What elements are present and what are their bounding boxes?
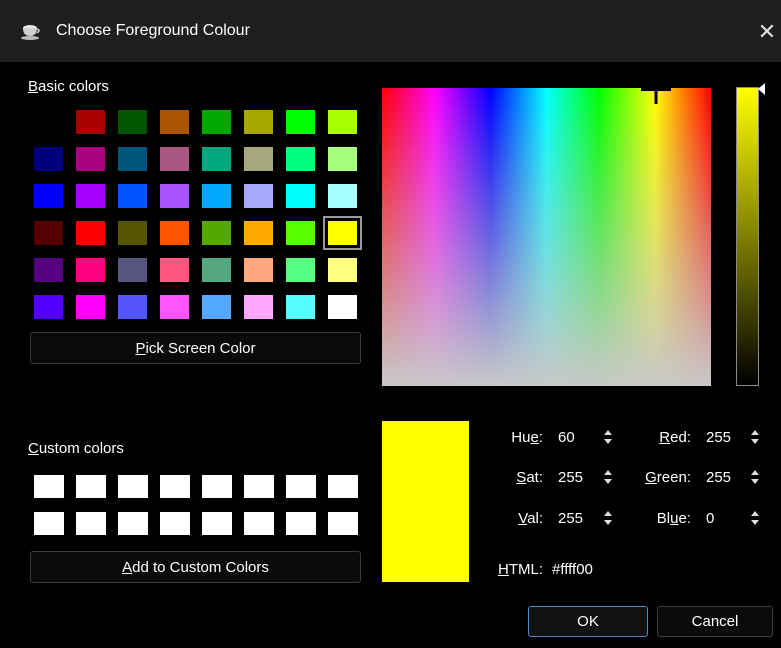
basic-color-swatch[interactable] [118, 184, 147, 208]
basic-color-swatch[interactable] [160, 295, 189, 319]
basic-color-swatch[interactable] [34, 221, 63, 245]
basic-color-swatch[interactable] [328, 184, 357, 208]
basic-color-swatch[interactable] [244, 184, 273, 208]
html-label: HTML: [497, 561, 543, 578]
basic-color-swatch[interactable] [244, 147, 273, 171]
custom-color-swatch[interactable] [118, 475, 148, 498]
basic-color-swatch[interactable] [76, 258, 105, 282]
blue-label: Blue: [656, 510, 691, 527]
basic-color-swatch[interactable] [160, 221, 189, 245]
basic-color-swatch[interactable] [286, 295, 315, 319]
basic-color-swatch[interactable] [34, 110, 63, 134]
close-icon[interactable]: ✕ [755, 18, 779, 46]
spectrum-crosshair-icon [641, 88, 671, 104]
basic-color-swatch[interactable] [118, 221, 147, 245]
basic-color-swatch[interactable] [244, 221, 273, 245]
basic-color-swatch[interactable] [118, 258, 147, 282]
basic-color-swatch[interactable] [202, 221, 231, 245]
cancel-button[interactable]: Cancel [657, 606, 773, 637]
value-slider-arrow-icon[interactable] [758, 83, 765, 95]
html-field[interactable]: #ffff00 [552, 561, 593, 578]
basic-color-swatch[interactable] [328, 110, 357, 134]
basic-color-swatch[interactable] [76, 110, 105, 134]
hue-label: Hue: [511, 429, 543, 446]
sat-spinner-icon[interactable] [602, 467, 614, 487]
custom-color-swatch[interactable] [286, 512, 316, 535]
basic-color-swatch[interactable] [286, 221, 315, 245]
basic-color-swatch[interactable] [244, 110, 273, 134]
custom-color-swatch[interactable] [160, 512, 190, 535]
basic-color-swatch[interactable] [328, 147, 357, 171]
basic-color-swatch[interactable] [34, 258, 63, 282]
basic-color-swatch[interactable] [323, 216, 362, 250]
basic-color-swatch[interactable] [76, 184, 105, 208]
basic-color-swatch[interactable] [160, 147, 189, 171]
sat-label: Sat: [516, 469, 543, 486]
add-to-custom-colors-button[interactable]: Add to Custom Colors [30, 551, 361, 583]
basic-color-swatch[interactable] [202, 295, 231, 319]
val-spinner-icon[interactable] [602, 508, 614, 528]
custom-color-swatch[interactable] [34, 512, 64, 535]
red-spinner-icon[interactable] [749, 427, 761, 447]
basic-color-swatch[interactable] [244, 295, 273, 319]
red-label: Red: [659, 429, 691, 446]
basic-color-swatch[interactable] [76, 147, 105, 171]
basic-color-swatch[interactable] [34, 147, 63, 171]
green-label: Green: [645, 469, 691, 486]
green-spinner-icon[interactable] [749, 467, 761, 487]
val-label: Val: [518, 510, 543, 527]
custom-color-swatch[interactable] [328, 475, 358, 498]
basic-color-swatch[interactable] [286, 258, 315, 282]
pick-screen-color-button[interactable]: Pick Screen Color [30, 332, 361, 364]
custom-color-swatch[interactable] [328, 512, 358, 535]
custom-color-swatch[interactable] [202, 512, 232, 535]
custom-color-swatch[interactable] [286, 475, 316, 498]
basic-color-swatch[interactable] [160, 258, 189, 282]
hue-field[interactable]: 60 [558, 429, 575, 446]
custom-color-swatch[interactable] [202, 475, 232, 498]
blue-spinner-icon[interactable] [749, 508, 761, 528]
custom-color-swatch[interactable] [34, 475, 64, 498]
basic-color-swatch[interactable] [118, 147, 147, 171]
custom-colors-heading: Custom colors [28, 440, 124, 457]
basic-color-swatch[interactable] [328, 295, 357, 319]
basic-color-swatch[interactable] [286, 147, 315, 171]
val-field[interactable]: 255 [558, 510, 583, 527]
custom-color-swatch[interactable] [244, 512, 274, 535]
value-slider[interactable] [736, 87, 759, 386]
hue-spinner-icon[interactable] [602, 427, 614, 447]
basic-color-swatch[interactable] [202, 258, 231, 282]
ok-button[interactable]: OK [528, 606, 648, 637]
basic-color-swatch[interactable] [34, 295, 63, 319]
basic-color-swatch[interactable] [76, 295, 105, 319]
basic-color-swatch[interactable] [160, 110, 189, 134]
red-field[interactable]: 255 [706, 429, 731, 446]
custom-color-swatch[interactable] [76, 475, 106, 498]
basic-color-swatch[interactable] [76, 221, 105, 245]
sat-field[interactable]: 255 [558, 469, 583, 486]
custom-color-swatch[interactable] [244, 475, 274, 498]
window-title: Choose Foreground Colour [56, 22, 250, 39]
current-color-preview [382, 421, 469, 582]
teacup-icon [21, 25, 40, 40]
custom-color-swatch[interactable] [160, 475, 190, 498]
custom-color-swatch[interactable] [76, 512, 106, 535]
basic-color-swatch[interactable] [202, 184, 231, 208]
basic-color-swatch[interactable] [244, 258, 273, 282]
basic-color-swatch[interactable] [118, 295, 147, 319]
basic-color-swatch[interactable] [160, 184, 189, 208]
basic-color-swatch[interactable] [34, 184, 63, 208]
basic-color-swatch[interactable] [202, 110, 231, 134]
green-field[interactable]: 255 [706, 469, 731, 486]
custom-color-swatch[interactable] [118, 512, 148, 535]
basic-colors-heading: Basic colors [28, 78, 109, 95]
basic-color-swatch[interactable] [286, 184, 315, 208]
basic-color-swatch[interactable] [286, 110, 315, 134]
basic-color-swatch[interactable] [118, 110, 147, 134]
basic-color-swatch[interactable] [328, 258, 357, 282]
blue-field[interactable]: 0 [706, 510, 714, 527]
title-bar: Choose Foreground Colour ✕ [0, 0, 781, 62]
basic-color-swatch[interactable] [202, 147, 231, 171]
color-spectrum[interactable] [382, 88, 711, 386]
